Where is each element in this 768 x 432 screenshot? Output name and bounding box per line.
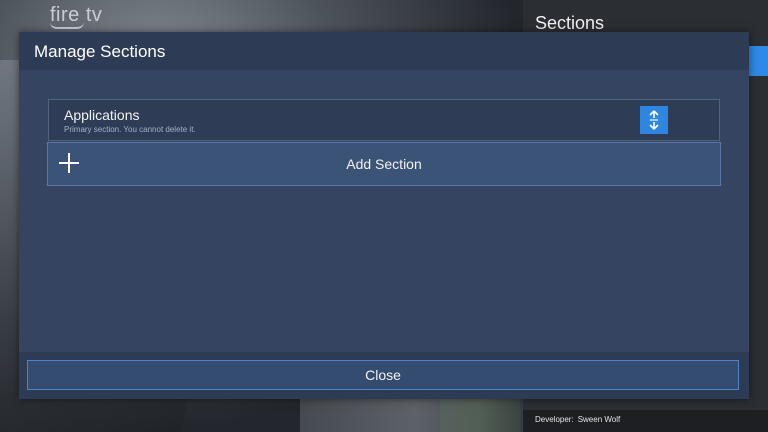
close-button[interactable]: Close — [27, 360, 739, 390]
brand-logo-text: fire tv — [50, 4, 103, 26]
section-description: Primary section. You cannot delete it. — [64, 125, 196, 134]
side-panel-title: Sections — [535, 13, 605, 33]
background-detail — [440, 395, 520, 432]
section-item-applications[interactable]: Applications Primary section. You cannot… — [48, 99, 720, 141]
developer-name: Sween Wolf — [577, 415, 621, 424]
developer-label: Developer: — [535, 415, 574, 424]
reorder-arrows-icon — [649, 110, 659, 130]
side-panel-footer: Developer: Sween Wolf — [523, 410, 768, 432]
side-panel-selection-indicator — [748, 46, 768, 76]
add-section-button[interactable]: Add Section — [47, 142, 721, 186]
manage-sections-dialog: Manage Sections Applications Primary sec… — [19, 32, 749, 399]
dialog-title: Manage Sections — [34, 42, 166, 61]
section-name: Applications — [64, 107, 140, 123]
developer-credit: Developer: Sween Wolf — [535, 415, 620, 424]
dialog-header: Manage Sections — [19, 32, 749, 70]
fire-tv-logo: fire tv — [50, 4, 102, 29]
dialog-footer: Close — [19, 352, 749, 399]
reorder-button[interactable] — [640, 106, 668, 134]
add-section-label: Add Section — [346, 156, 422, 172]
